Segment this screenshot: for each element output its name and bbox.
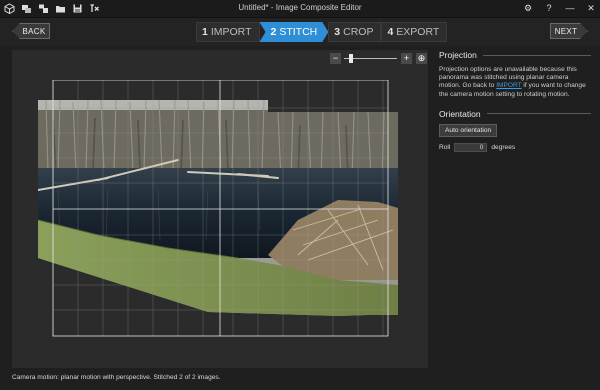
title-bar: Untitled* - Image Composite Editor ⚙ ? —… bbox=[0, 0, 600, 18]
roll-unit: degrees bbox=[491, 143, 516, 151]
panorama-preview[interactable] bbox=[38, 80, 398, 342]
roll-row: Roll 0 degrees bbox=[439, 142, 591, 152]
roll-input[interactable]: 0 bbox=[454, 142, 488, 152]
back-button[interactable]: BACK bbox=[12, 23, 50, 39]
zoom-slider-thumb[interactable] bbox=[348, 54, 353, 63]
step-import[interactable]: 1 IMPORT bbox=[196, 22, 260, 42]
step-label: CROP bbox=[343, 26, 374, 38]
close-button[interactable]: ✕ bbox=[586, 2, 596, 14]
next-button[interactable]: NEXT bbox=[550, 23, 588, 39]
auto-orientation-button[interactable]: Auto orientation bbox=[439, 123, 498, 137]
step-number: 1 bbox=[202, 26, 208, 38]
step-export[interactable]: 4 EXPORT bbox=[381, 22, 448, 42]
import-link[interactable]: IMPORT bbox=[496, 82, 521, 89]
panorama-image bbox=[38, 80, 398, 337]
projection-note: Projection options are unavailable becau… bbox=[439, 66, 591, 99]
projection-heading: Projection bbox=[439, 50, 477, 60]
window-title: Untitled* - Image Composite Editor bbox=[238, 3, 362, 12]
zoom-fit-icon[interactable]: ⊕ bbox=[416, 53, 427, 64]
workflow-steps: 1 IMPORT 2 STITCH 3 CROP 4 EXPORT bbox=[196, 22, 448, 42]
section-divider bbox=[486, 113, 591, 115]
step-crop[interactable]: 3 CROP bbox=[328, 22, 382, 42]
workflow-bar: BACK 1 IMPORT 2 STITCH 3 CROP 4 EXPORT NEXT bbox=[0, 18, 600, 46]
orientation-heading: Orientation bbox=[439, 108, 481, 119]
section-divider bbox=[482, 54, 591, 56]
step-label: STITCH bbox=[279, 26, 318, 38]
step-number: 3 bbox=[334, 26, 341, 38]
step-number: 4 bbox=[387, 26, 394, 38]
status-bar-text: Camera motion: planar motion with perspe… bbox=[12, 374, 221, 381]
zoom-out-button[interactable]: − bbox=[330, 53, 341, 64]
roll-label: Roll bbox=[439, 143, 451, 151]
settings-panel: Projection Projection options are unavai… bbox=[439, 50, 591, 152]
minimize-button[interactable]: — bbox=[565, 2, 575, 14]
projection-section-header: Projection bbox=[439, 50, 591, 60]
zoom-in-button[interactable]: + bbox=[401, 53, 412, 64]
step-label: EXPORT bbox=[396, 26, 440, 38]
zoom-control: − + ⊕ bbox=[330, 53, 430, 65]
help-icon[interactable]: ? bbox=[544, 2, 554, 14]
step-label: IMPORT bbox=[210, 26, 252, 38]
orientation-section-header: Orientation bbox=[439, 109, 591, 119]
window-controls: ⚙ ? — ✕ bbox=[523, 2, 596, 14]
step-stitch[interactable]: 2 STITCH bbox=[260, 22, 329, 42]
settings-icon[interactable]: ⚙ bbox=[523, 2, 533, 14]
step-number: 2 bbox=[270, 26, 277, 38]
